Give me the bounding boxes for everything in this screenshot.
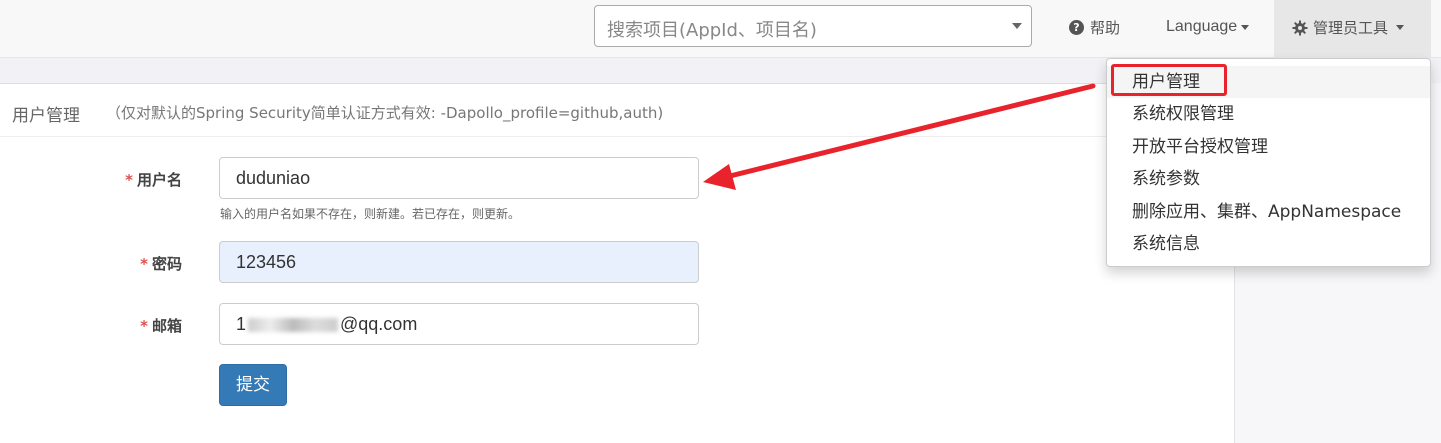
- search-placeholder: 搜索项目(AppId、项目名): [607, 20, 817, 41]
- email-prefix: 1: [236, 314, 247, 334]
- required-mark: *: [125, 171, 133, 189]
- required-mark: *: [140, 317, 148, 335]
- username-help-text: 输入的用户名如果不存在，则新建。若已存在，则更新。: [220, 207, 521, 221]
- question-circle-icon: ?: [1069, 20, 1084, 35]
- panel-note: （仅对默认的Spring Security简单认证方式有效: -Dapollo_…: [106, 104, 664, 122]
- email-label-text: 邮箱: [151, 317, 182, 335]
- submit-button[interactable]: 提交: [219, 364, 287, 406]
- help-label: 帮助: [1090, 19, 1121, 37]
- username-label: * 用户名: [62, 169, 182, 190]
- page-title: 用户管理: [12, 106, 80, 126]
- password-input[interactable]: 123456: [219, 241, 699, 283]
- annotation-highlight-box: [1111, 64, 1227, 96]
- menu-item-system-info[interactable]: 系统信息: [1107, 228, 1430, 260]
- menu-item-system-params[interactable]: 系统参数: [1107, 163, 1430, 195]
- required-mark: *: [140, 255, 148, 273]
- panel-heading: 用户管理 （仅对默认的Spring Security简单认证方式有效: -Dap…: [0, 84, 1234, 137]
- password-label: * 密码: [62, 253, 182, 274]
- gear-icon: [1292, 20, 1308, 35]
- menu-item-delete-app[interactable]: 删除应用、集群、AppNamespace: [1107, 196, 1430, 228]
- top-navbar: 搜索项目(AppId、项目名) ? 帮助 Language 管理员工具: [0, 0, 1441, 58]
- email-input[interactable]: 1 @qq.com: [219, 303, 699, 345]
- email-label: * 邮箱: [62, 315, 182, 336]
- menu-item-open-platform-auth[interactable]: 开放平台授权管理: [1107, 131, 1430, 163]
- project-search-select[interactable]: 搜索项目(AppId、项目名): [594, 5, 1032, 47]
- language-label: Language: [1166, 18, 1238, 35]
- caret-down-icon: [1241, 24, 1250, 30]
- username-value: duduniao: [236, 168, 311, 188]
- help-link[interactable]: ? 帮助: [1069, 17, 1120, 38]
- caret-down-icon: [1396, 25, 1405, 30]
- password-value: 123456: [236, 252, 297, 272]
- language-menu[interactable]: Language: [1166, 18, 1250, 36]
- password-label-text: 密码: [151, 255, 182, 273]
- blurred-redaction: [248, 318, 339, 333]
- chevron-down-icon: [1012, 23, 1022, 29]
- email-suffix: @qq.com: [340, 314, 418, 334]
- username-label-text: 用户名: [136, 171, 182, 189]
- menu-item-system-permissions[interactable]: 系统权限管理: [1107, 98, 1430, 130]
- admin-tools-label: 管理员工具: [1313, 19, 1389, 37]
- username-input[interactable]: duduniao: [219, 157, 699, 199]
- admin-tools-menu[interactable]: 管理员工具: [1274, 0, 1431, 57]
